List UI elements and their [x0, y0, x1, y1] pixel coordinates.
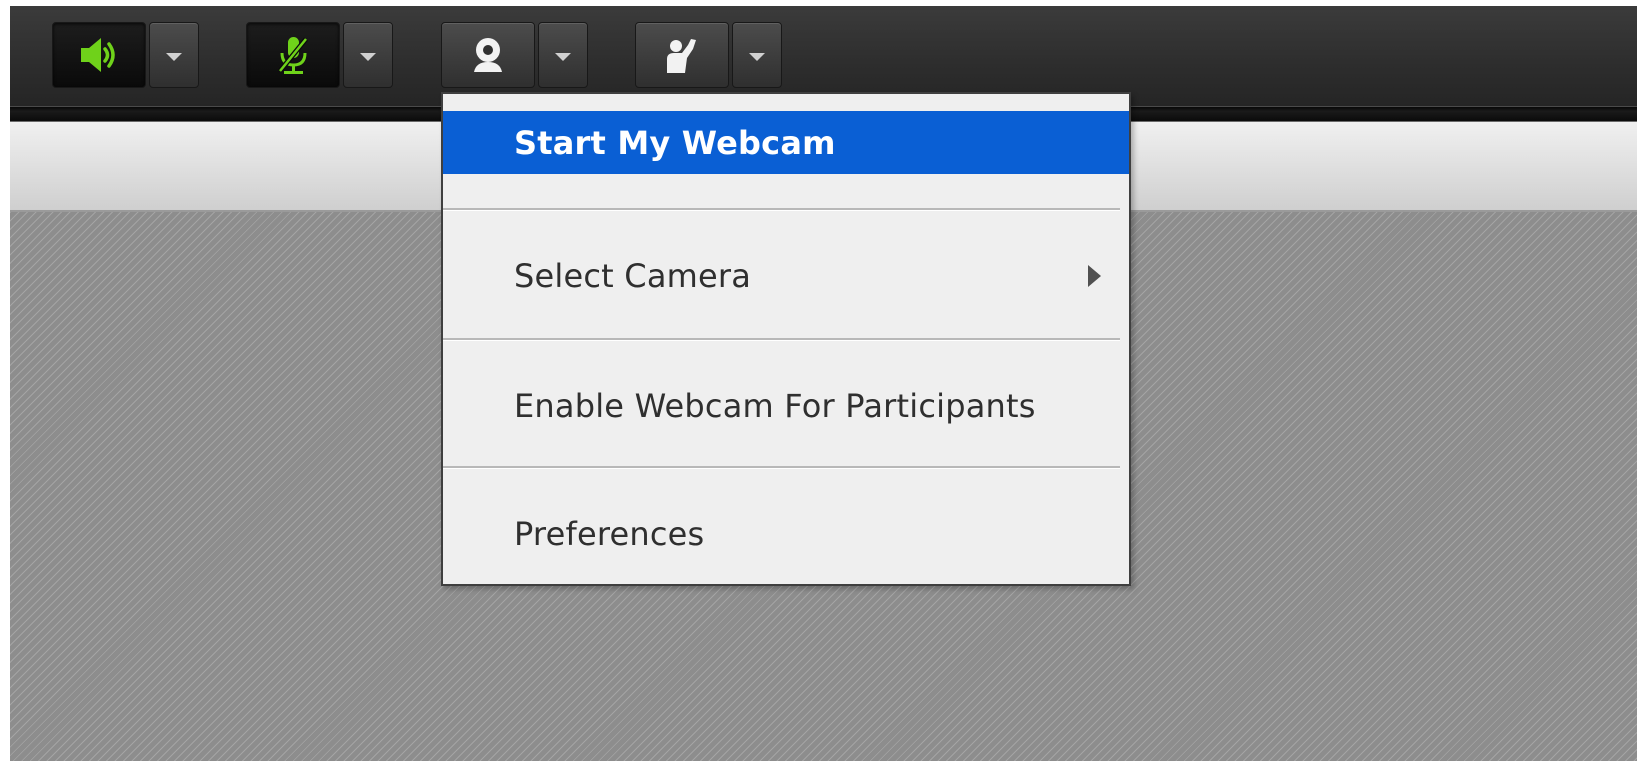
- speaker-dropdown-button[interactable]: [149, 22, 199, 88]
- menu-separator: [443, 208, 1120, 211]
- webcam-dropdown-button[interactable]: [538, 22, 588, 88]
- webcam-dropdown-menu: Start My Webcam Select Camera Enable Web…: [441, 92, 1131, 586]
- menu-item-label: Enable Webcam For Participants: [514, 387, 1036, 425]
- webcam-control: [441, 22, 588, 88]
- meeting-app: Start My Webcam Select Camera Enable Web…: [10, 6, 1637, 761]
- menu-item-enable-webcam-for-participants[interactable]: Enable Webcam For Participants: [443, 374, 1129, 438]
- menu-item-preferences[interactable]: Preferences: [443, 502, 1129, 566]
- webcam-button[interactable]: [441, 22, 535, 88]
- microphone-button[interactable]: [246, 22, 340, 88]
- menu-separator: [443, 338, 1120, 341]
- menu-item-label: Preferences: [514, 515, 705, 553]
- speaker-button[interactable]: [52, 22, 146, 88]
- raise-hand-dropdown-button[interactable]: [732, 22, 782, 88]
- menu-separator: [443, 466, 1120, 469]
- menu-item-label: Select Camera: [514, 257, 752, 295]
- microphone-control: [246, 22, 393, 88]
- raise-hand-control: [635, 22, 782, 88]
- speaker-volume-icon: [75, 31, 123, 79]
- media-toolbar: [10, 6, 1637, 106]
- caret-down-icon: [360, 53, 376, 61]
- microphone-dropdown-button[interactable]: [343, 22, 393, 88]
- caret-down-icon: [555, 53, 571, 61]
- caret-down-icon: [749, 53, 765, 61]
- webcam-icon: [464, 31, 512, 79]
- caret-down-icon: [166, 53, 182, 61]
- menu-item-start-my-webcam[interactable]: Start My Webcam: [443, 111, 1129, 174]
- raise-hand-button[interactable]: [635, 22, 729, 88]
- raise-hand-icon: [658, 31, 706, 79]
- menu-item-label: Start My Webcam: [514, 123, 836, 162]
- speaker-control: [52, 22, 199, 88]
- microphone-muted-icon: [269, 31, 317, 79]
- menu-item-select-camera[interactable]: Select Camera: [443, 244, 1129, 308]
- submenu-arrow-icon: [1088, 265, 1101, 287]
